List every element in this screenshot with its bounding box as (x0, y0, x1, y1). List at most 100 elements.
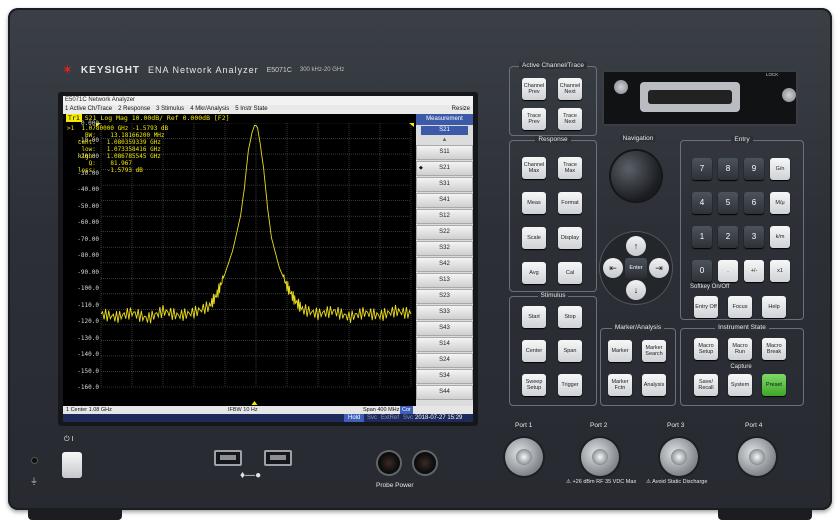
measurement-item-s13[interactable]: S13 (416, 273, 473, 288)
ground-icon: ⏚ (30, 477, 38, 486)
probe-power-1[interactable] (378, 452, 400, 474)
numpad-key-1[interactable]: 8 (718, 158, 738, 180)
numpad-key-2[interactable]: 9 (744, 158, 764, 180)
arrow-down-icon[interactable]: ↓ (626, 280, 646, 300)
measurement-item-s31[interactable]: S31 (416, 177, 473, 192)
power-button[interactable] (62, 452, 82, 478)
help-key[interactable]: Help (762, 296, 786, 318)
marker-search-key[interactable]: Marker Search (642, 340, 666, 362)
keysight-wave-icon: ✶ (62, 62, 73, 77)
channel-max-key[interactable]: Channel Max (522, 157, 546, 179)
numpad-key-14[interactable]: +/- (744, 260, 764, 282)
measurement-item-s24[interactable]: S24 (416, 353, 473, 368)
numpad-key-11[interactable]: k/m (770, 226, 790, 248)
brand-name: KEYSIGHT (80, 64, 141, 76)
window-title: E5071C Network Analyzer (63, 96, 473, 105)
y-tick-label: -100.0 (77, 285, 99, 292)
span-key[interactable]: Span (558, 340, 582, 362)
marker-fctn-key[interactable]: Marker Fctn (608, 374, 632, 396)
arrow-right-icon[interactable]: ⇥ (649, 258, 669, 278)
measurement-item-s41[interactable]: S41 (416, 193, 473, 208)
channel-next-key[interactable]: Channel Next (558, 78, 582, 100)
probe-power-2[interactable] (414, 452, 436, 474)
stimulus-title: Stimulus (537, 292, 569, 299)
measurement-item-s32[interactable]: S32 (416, 241, 473, 256)
meas-key[interactable]: Meas (522, 192, 546, 214)
port4-connector[interactable] (738, 438, 776, 476)
macro-setup-key[interactable]: Macro Setup (694, 338, 718, 360)
start-key[interactable]: Start (522, 306, 546, 328)
arrow-left-icon[interactable]: ⇤ (603, 258, 623, 278)
numpad-key-3[interactable]: G/n (770, 158, 790, 180)
port1-label: Port 1 (515, 422, 533, 429)
menu-active-ch[interactable]: 1 Active Ch/Trace (65, 105, 112, 114)
trigger-key[interactable]: Trigger (558, 374, 582, 396)
measurement-item-s44[interactable]: S44 (416, 385, 473, 400)
port2-connector[interactable] (581, 438, 619, 476)
macro-break-key[interactable]: Macro Break (762, 338, 786, 360)
center-key[interactable]: Center (522, 340, 546, 362)
numpad-key-12[interactable]: 0 (692, 260, 712, 282)
preset-key[interactable]: Preset (762, 374, 786, 396)
measurement-item-s11[interactable]: S11 (416, 145, 473, 160)
focus-key[interactable]: Focus (728, 296, 752, 318)
measurement-item-s12[interactable]: S12 (416, 209, 473, 224)
measurement-item-s42[interactable]: S42 (416, 257, 473, 272)
measurement-item-s34[interactable]: S34 (416, 369, 473, 384)
cal-key[interactable]: Cal (558, 262, 582, 284)
scroll-up-icon[interactable]: ▲ (416, 136, 473, 144)
numpad-key-8[interactable]: 1 (692, 226, 712, 248)
menu-response[interactable]: 2 Response (118, 105, 150, 114)
trace-prev-key[interactable]: Trace Prev (522, 108, 546, 130)
usb-port-2[interactable] (264, 450, 292, 466)
macro-run-key[interactable]: Macro Run (728, 338, 752, 360)
y-tick-label: -40.00 (77, 186, 99, 193)
numpad-key-10[interactable]: 3 (744, 226, 764, 248)
marker-key[interactable]: Marker (608, 340, 632, 362)
rotary-knob[interactable] (611, 151, 661, 201)
measurement-item-s33[interactable]: S33 (416, 305, 473, 320)
channel-prev-key[interactable]: Channel Prev (522, 78, 546, 100)
port1-connector[interactable] (505, 438, 543, 476)
sweep-setup-key[interactable]: Sweep Setup (522, 374, 546, 396)
avg-key[interactable]: Avg (522, 262, 546, 284)
arrow-up-icon[interactable]: ↑ (626, 236, 646, 256)
menu-instr-state[interactable]: 5 Instr State (235, 105, 267, 114)
scale-key[interactable]: Scale (522, 227, 546, 249)
trace-max-key[interactable]: Trace Max (558, 157, 582, 179)
stop-key[interactable]: Stop (558, 306, 582, 328)
trace-info: S21 Log Mag 10.00dB/ Ref 0.000dB [F2] (84, 114, 230, 122)
analysis-key[interactable]: Analysis (642, 374, 666, 396)
lock-screw-icon[interactable] (782, 88, 796, 102)
numpad-key-15[interactable]: x1 (770, 260, 790, 282)
right-foot (718, 508, 812, 520)
measurement-item-s22[interactable]: S22 (416, 225, 473, 240)
center-freq: 1 Center 1.08 GHz (66, 407, 112, 413)
svc2-indicator: Svc (403, 415, 414, 421)
measurement-item-s23[interactable]: S23 (416, 289, 473, 304)
menu-mkr-analysis[interactable]: 4 Mkr/Analysis (190, 105, 229, 114)
menu-stimulus[interactable]: 3 Stimulus (156, 105, 184, 114)
format-key[interactable]: Format (558, 192, 582, 214)
numpad-key-13[interactable]: . (718, 260, 738, 282)
resize-button[interactable]: Resize (452, 105, 473, 114)
enter-key[interactable]: Enter (625, 258, 647, 278)
numpad-key-0[interactable]: 7 (692, 158, 712, 180)
entry-title: Entry (731, 136, 753, 143)
measurement-item-s43[interactable]: S43 (416, 321, 473, 336)
system-key[interactable]: System (728, 374, 752, 396)
measurement-item-s21[interactable]: S21 (416, 161, 473, 176)
usb-port-1[interactable] (214, 450, 242, 466)
numpad-key-5[interactable]: 5 (718, 192, 738, 214)
numpad-key-6[interactable]: 6 (744, 192, 764, 214)
numpad-key-7[interactable]: M/μ (770, 192, 790, 214)
save-recall-key[interactable]: Save/ Recall (694, 374, 718, 396)
port3-connector[interactable] (660, 438, 698, 476)
trace-next-key[interactable]: Trace Next (558, 108, 582, 130)
display-key[interactable]: Display (558, 227, 582, 249)
entry-off-key[interactable]: Entry Off (694, 296, 718, 318)
port4-label: Port 4 (745, 422, 763, 429)
numpad-key-4[interactable]: 4 (692, 192, 712, 214)
numpad-key-9[interactable]: 2 (718, 226, 738, 248)
measurement-item-s14[interactable]: S14 (416, 337, 473, 352)
